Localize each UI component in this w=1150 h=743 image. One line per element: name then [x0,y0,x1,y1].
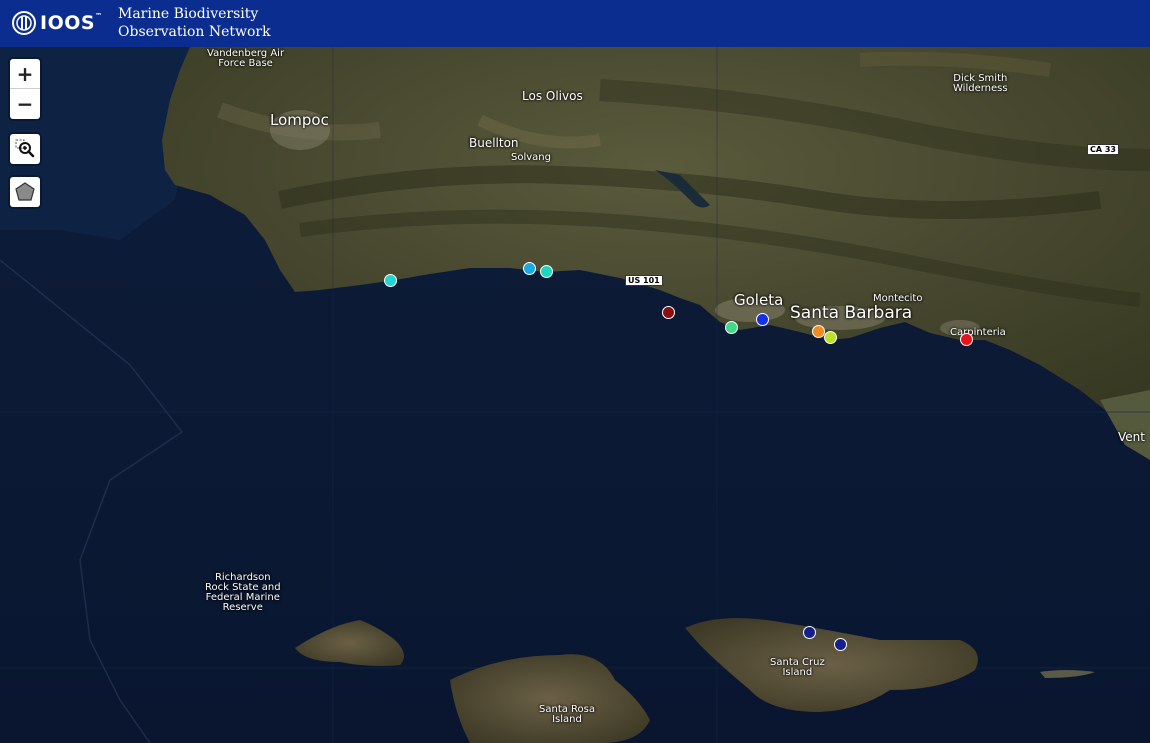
box-zoom-icon [15,139,35,158]
polygon-icon [15,182,35,201]
station-marker[interactable] [960,333,973,346]
place-label-buellton: Buellton [469,136,519,150]
page-title-line-2: Observation Network [118,24,271,40]
place-label-santa-cruz-island: Santa Cruz Island [770,657,825,678]
app-header: IOOS™ Marine Biodiversity Observation Ne… [0,0,1150,47]
zoom-control: + − [10,59,40,119]
place-label-goleta: Goleta [734,291,784,309]
road-shield-us101: US 101 [625,275,663,286]
station-marker[interactable] [803,626,816,639]
ioos-logo[interactable]: IOOS™ [12,8,103,38]
place-label-santa-barbara: Santa Barbara [790,303,913,323]
page-title-line-1: Marine Biodiversity [118,6,259,22]
draw-polygon-button[interactable] [10,177,40,207]
page-title: Marine Biodiversity Observation Network [118,5,271,41]
place-label-richardson-rock: Richardson Rock State and Federal Marine Re… [205,572,281,613]
place-label-solvang: Solvang [511,152,551,163]
box-zoom-button[interactable] [10,134,40,164]
map-canvas[interactable]: Vandenberg Air Force Base Lompoc Los Oliv… [0,47,1150,743]
station-marker[interactable] [662,306,675,319]
place-label-santa-rosa-island: Santa Rosa Island [539,704,595,725]
map-base-imagery [0,47,1150,743]
road-shield-ca33: CA 33 [1087,144,1119,155]
place-label-lompoc: Lompoc [270,111,329,129]
zoom-out-button[interactable]: − [10,89,40,119]
zoom-in-button[interactable]: + [10,59,40,89]
place-label-vandenberg: Vandenberg Air Force Base [207,48,285,69]
station-marker[interactable] [725,321,738,334]
station-marker[interactable] [756,313,769,326]
station-marker[interactable] [523,262,536,275]
place-label-ventura: Vent [1118,430,1145,444]
ioos-logo-icon [12,11,36,35]
station-marker[interactable] [834,638,847,651]
place-label-dick-smith: Dick Smith Wilderness [953,73,1008,94]
place-label-montecito: Montecito [873,293,923,304]
station-marker[interactable] [384,274,397,287]
logo-text: IOOS™ [40,12,103,34]
place-label-los-olivos: Los Olivos [522,89,583,103]
place-label-carpinteria: Carpinteria [950,327,1006,338]
station-marker[interactable] [540,265,553,278]
station-marker[interactable] [824,331,837,344]
